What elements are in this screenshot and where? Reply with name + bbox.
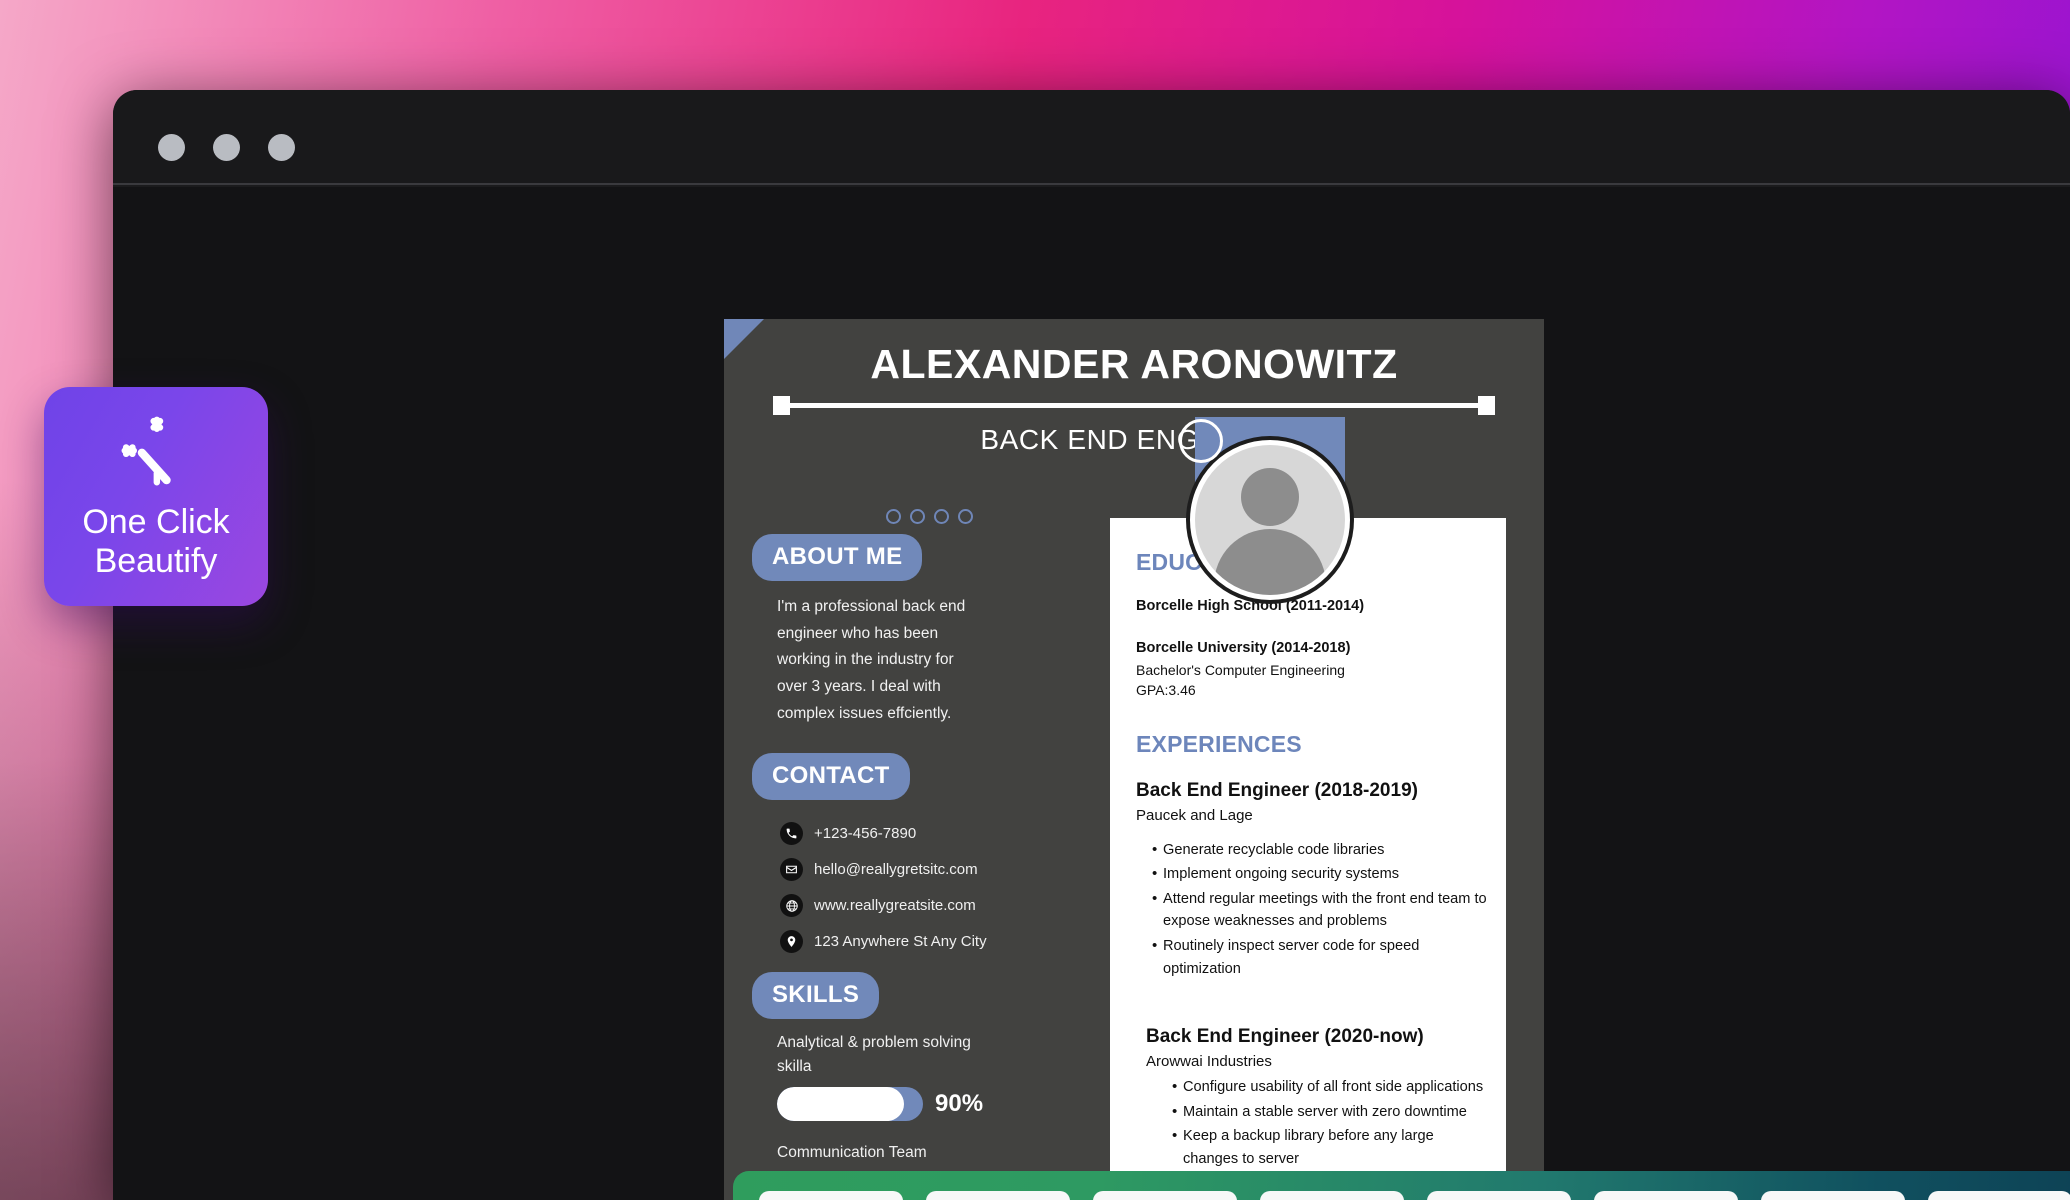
beautify-label-line1: One Click <box>82 502 230 541</box>
list-item: Generate recyclable code libraries <box>1152 838 1491 862</box>
globe-icon <box>780 894 803 918</box>
skill-progress-track-1 <box>777 1086 923 1121</box>
skill-label-2: Communication Team <box>777 1143 927 1161</box>
list-item: Routinely inspect server code for speed … <box>1152 934 1491 980</box>
avatar-body-shape <box>1214 529 1326 595</box>
resume-header: ALEXANDER ARONOWITZ BACK END ENGINEER <box>724 319 1544 481</box>
envelope-icon <box>780 858 803 882</box>
resume-name: ALEXANDER ARONOWITZ <box>870 341 1398 387</box>
skill-progress-fill-1 <box>777 1086 905 1121</box>
list-item: Implement ongoing security systems <box>1152 862 1491 886</box>
experience-2-title: Back End Engineer (2020-now) <box>1146 1026 1424 1048</box>
template-thumbnail-4[interactable] <box>1260 1191 1404 1200</box>
experience-1-bullets: Generate recyclable code libraries Imple… <box>1136 838 1491 981</box>
contact-row-phone: +123-456-7890 <box>780 822 1082 846</box>
template-thumbnail-strip[interactable] <box>733 1171 2070 1200</box>
experience-2-bullets: Configure usability of all front side ap… <box>1146 1075 1491 1170</box>
resume-left-column: ABOUT ME I'm a professional back end eng… <box>752 534 1082 1200</box>
education-entry-1-title: Borcelle High School (2011-2014) <box>1136 598 1365 614</box>
resume-right-column: EDUCATION Borcelle High School (2011-201… <box>1136 549 1491 1173</box>
about-me-text: I'm a professional back end engineer who… <box>777 598 966 722</box>
contact-list: +123-456-7890 hello@reallygretsitc.com w… <box>780 822 1082 954</box>
contact-phone-value: +123-456-7890 <box>814 825 917 843</box>
skill-bar-row-1: 90% <box>777 1086 1082 1121</box>
template-thumbnail-8[interactable] <box>1928 1191 2070 1200</box>
one-click-beautify-button[interactable]: One Click Beautify <box>44 387 268 606</box>
beautify-label-line2: Beautify <box>94 541 218 580</box>
app-window: ALEXANDER ARONOWITZ BACK END ENGINEER AB… <box>113 90 2070 1200</box>
experience-2-block: Back End Engineer (2020-now) Arowwai Ind… <box>1146 1026 1491 1170</box>
screenshot-root: ALEXANDER ARONOWITZ BACK END ENGINEER AB… <box>0 0 2070 1200</box>
page-dot-4[interactable] <box>958 509 973 524</box>
page-dot-3[interactable] <box>934 509 949 524</box>
template-thumbnail-7[interactable] <box>1761 1191 1905 1200</box>
phone-icon <box>780 822 803 846</box>
skill-percent-1: 90% <box>935 1089 984 1117</box>
skill-label-1: Analytical & problem solving skilla <box>777 1034 971 1075</box>
template-thumbnail-2[interactable] <box>926 1191 1070 1200</box>
window-titlebar <box>113 90 2070 185</box>
education-entry-2-gpa: GPA:3.46 <box>1136 682 1196 699</box>
contact-row-email: hello@reallygretsitc.com <box>780 858 1082 882</box>
beautify-label: One Click Beautify <box>82 503 229 581</box>
contact-row-address: 123 Anywhere St Any City <box>780 930 1082 954</box>
location-pin-icon <box>780 930 803 954</box>
education-entry-2-degree: Bachelor's Computer Engineering <box>1136 662 1345 678</box>
resume-role: BACK END ENGINEER <box>980 424 1288 455</box>
template-thumbnail-6[interactable] <box>1594 1191 1738 1200</box>
window-controls <box>158 134 295 161</box>
list-item: Maintain a stable server with zero downt… <box>1172 1100 1491 1124</box>
list-item: Configure usability of all front side ap… <box>1172 1075 1491 1099</box>
template-thumbnail-5[interactable] <box>1427 1191 1571 1200</box>
experience-1-title: Back End Engineer (2018-2019) <box>1136 779 1418 801</box>
education-entry-2-title: Borcelle University (2014-2018) <box>1136 640 1351 656</box>
about-me-heading: ABOUT ME <box>752 534 923 581</box>
page-dot-1[interactable] <box>886 509 901 524</box>
maximize-button[interactable] <box>268 134 295 161</box>
template-thumbnail-3[interactable] <box>1093 1191 1237 1200</box>
magic-wand-sparkle-icon <box>121 416 171 486</box>
avatar[interactable] <box>1190 440 1350 600</box>
contact-row-website: www.reallygreatsite.com <box>780 894 1082 918</box>
contact-email-value: hello@reallygretsitc.com <box>814 861 978 879</box>
experience-2-company: Arowwai Industries <box>1146 1053 1272 1071</box>
resume-document[interactable]: ALEXANDER ARONOWITZ BACK END ENGINEER AB… <box>724 319 1544 1200</box>
avatar-head-shape <box>1241 468 1299 526</box>
contact-heading: CONTACT <box>752 753 910 801</box>
list-item: Attend regular meetings with the front e… <box>1152 887 1491 933</box>
skills-heading: SKILLS <box>752 972 880 1020</box>
page-dot-2[interactable] <box>910 509 925 524</box>
experiences-heading: EXPERIENCES <box>1136 730 1302 757</box>
editor-canvas[interactable]: ALEXANDER ARONOWITZ BACK END ENGINEER AB… <box>113 187 2070 1200</box>
close-button[interactable] <box>158 134 185 161</box>
minimize-button[interactable] <box>213 134 240 161</box>
experience-1-company: Paucek and Lage <box>1136 806 1253 824</box>
header-divider-rule <box>773 396 1495 415</box>
list-item: Keep a backup library before any large c… <box>1172 1124 1491 1170</box>
contact-website-value: www.reallygreatsite.com <box>814 897 976 915</box>
template-thumbnail-1[interactable] <box>759 1191 903 1200</box>
page-indicator-dots[interactable] <box>886 509 973 524</box>
decorative-ring-icon <box>1179 419 1223 463</box>
contact-address-value: 123 Anywhere St Any City <box>814 933 987 951</box>
